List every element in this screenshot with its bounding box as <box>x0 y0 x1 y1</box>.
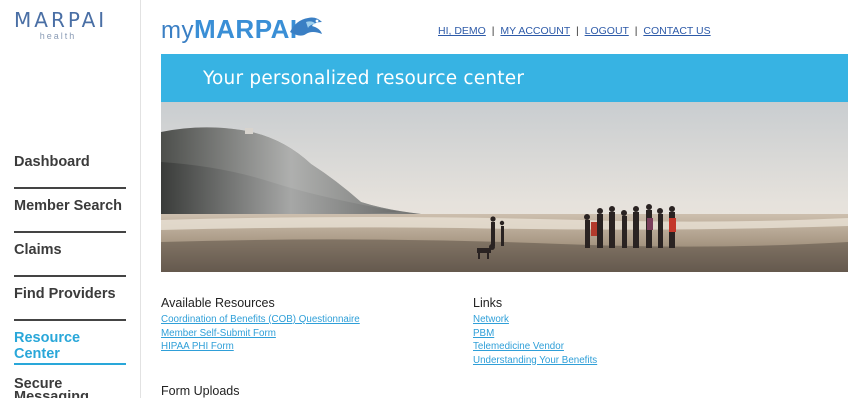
sidebar-item-resource-center[interactable]: Resource Center <box>14 321 126 365</box>
sidebar-item-member-search[interactable]: Member Search <box>14 189 126 233</box>
sidebar-divider <box>140 0 141 398</box>
form-uploads-title: Form Uploads <box>161 384 240 398</box>
bird-logo-icon <box>290 17 322 36</box>
logo-main-text: MARPAI <box>14 8 108 32</box>
sidebar-item-dashboard[interactable]: Dashboard <box>14 145 126 189</box>
brand-main-text: MARPAI <box>194 14 298 44</box>
link-network[interactable]: Network <box>473 313 673 327</box>
contact-us-link[interactable]: CONTACT US <box>643 25 710 37</box>
sidebar-nav: Dashboard Member Search Claims Find Prov… <box>14 145 126 398</box>
greeting-link[interactable]: HI, DEMO <box>438 25 486 37</box>
banner: Your personalized resource center <box>161 54 848 102</box>
banner-title: Your personalized resource center <box>203 68 525 89</box>
sidebar-item-secure-messaging[interactable]: Secure Messaging <box>14 365 126 398</box>
nav-separator: | <box>491 25 495 37</box>
logout-link[interactable]: LOGOUT <box>585 25 629 37</box>
resource-link-hipaa-phi[interactable]: HIPAA PHI Form <box>161 340 431 354</box>
mymarpai-brand[interactable]: myMARPAI <box>161 14 298 45</box>
marpai-health-logo[interactable]: MARPAI health <box>14 8 114 41</box>
sidebar-item-claims[interactable]: Claims <box>14 233 126 277</box>
links-section: Links Network PBM Telemedicine Vendor Un… <box>473 296 673 367</box>
resource-link-member-self-submit[interactable]: Member Self-Submit Form <box>161 327 431 341</box>
link-telemedicine-vendor[interactable]: Telemedicine Vendor <box>473 340 673 354</box>
nav-separator: | <box>634 25 638 37</box>
brand-my-text: my <box>161 17 194 44</box>
nav-separator: | <box>575 25 579 37</box>
top-nav: HI, DEMO | MY ACCOUNT | LOGOUT | CONTACT… <box>438 25 711 37</box>
link-pbm[interactable]: PBM <box>473 327 673 341</box>
links-title: Links <box>473 296 503 310</box>
sidebar: MARPAI health Dashboard Member Search Cl… <box>0 0 140 398</box>
sidebar-item-find-providers[interactable]: Find Providers <box>14 277 126 321</box>
resource-link-cob-questionnaire[interactable]: Coordination of Benefits (COB) Questionn… <box>161 313 431 327</box>
logo-sub-text: health <box>39 31 77 41</box>
my-account-link[interactable]: MY ACCOUNT <box>500 25 570 37</box>
available-resources-section: Available Resources Coordination of Bene… <box>161 296 431 354</box>
hero-beach-image <box>161 102 848 272</box>
available-resources-title: Available Resources <box>161 296 275 310</box>
link-understanding-benefits[interactable]: Understanding Your Benefits <box>473 354 673 368</box>
